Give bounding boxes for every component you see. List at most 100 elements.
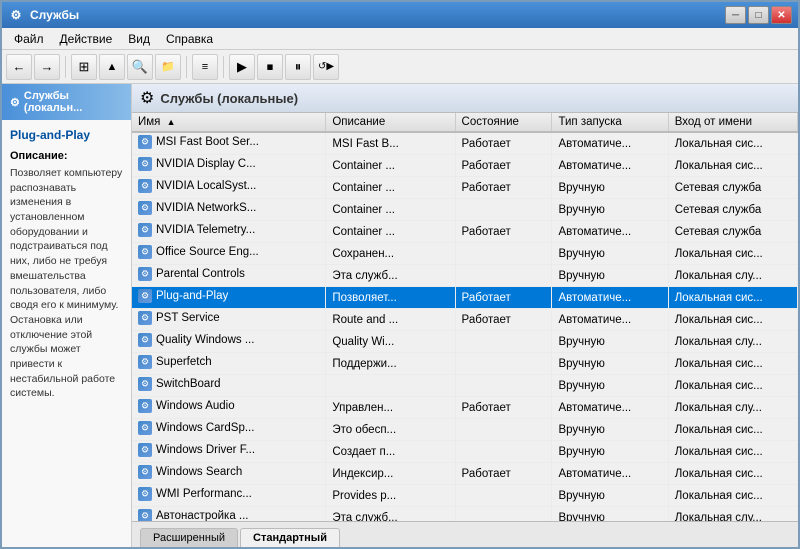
table-row[interactable]: NVIDIA NetworkS...Container ...ВручнуюСе… (132, 199, 798, 221)
cell-desc: Позволяет... (326, 287, 455, 309)
pause-button[interactable]: ⏸ (285, 54, 311, 80)
toolbar-separator-2 (186, 56, 187, 78)
play-button[interactable]: ▶ (229, 54, 255, 80)
cell-desc: Это обесп... (326, 419, 455, 441)
tab-extended[interactable]: Расширенный (140, 528, 238, 547)
cell-name: PST Service (132, 309, 326, 331)
cell-name: SwitchBoard (132, 375, 326, 397)
cell-start: Автоматиче... (552, 221, 668, 243)
cell-start: Вручную (552, 441, 668, 463)
folders-button[interactable]: 📁 (155, 54, 181, 80)
service-icon (138, 157, 152, 171)
cell-name: NVIDIA Telemetry... (132, 221, 326, 243)
restart-button[interactable]: ↺▶ (313, 54, 339, 80)
cell-start: Вручную (552, 419, 668, 441)
cell-desc: Управлен... (326, 397, 455, 419)
forward-button[interactable]: → (34, 54, 60, 80)
menu-view[interactable]: Вид (120, 30, 158, 48)
tab-standard[interactable]: Стандартный (240, 528, 340, 547)
cell-name: NVIDIA Display C... (132, 155, 326, 177)
cell-login: Сетевая служба (668, 177, 797, 199)
header-icon: ⚙ (140, 88, 154, 108)
cell-state: Работает (455, 155, 552, 177)
cell-start: Автоматиче... (552, 309, 668, 331)
table-row[interactable]: Windows AudioУправлен...РаботаетАвтомати… (132, 397, 798, 419)
toolbar-separator-3 (223, 56, 224, 78)
service-icon (138, 421, 152, 435)
table-row[interactable]: Windows Driver F...Создает п...ВручнуюЛо… (132, 441, 798, 463)
table-row[interactable]: NVIDIA Telemetry...Container ...Работает… (132, 221, 798, 243)
col-header-start[interactable]: Тип запуска (552, 113, 668, 132)
table-row[interactable]: SuperfetchПоддержи...ВручнуюЛокальная си… (132, 353, 798, 375)
minimize-button[interactable]: ─ (725, 6, 746, 24)
table-row[interactable]: NVIDIA LocalSyst...Container ...Работает… (132, 177, 798, 199)
cell-state: Работает (455, 287, 552, 309)
right-header-text: Службы (локальные) (160, 91, 298, 106)
table-row[interactable]: Office Source Eng...Сохранен...ВручнуюЛо… (132, 243, 798, 265)
window-icon: ⚙ (8, 7, 24, 23)
col-header-desc[interactable]: Описание (326, 113, 455, 132)
menu-help[interactable]: Справка (158, 30, 221, 48)
cell-desc: Сохранен... (326, 243, 455, 265)
cell-state (455, 353, 552, 375)
sidebar-service-name: Plug-and-Play (10, 128, 123, 142)
table-row[interactable]: Parental ControlsЭта служб...ВручнуюЛока… (132, 265, 798, 287)
col-header-state[interactable]: Состояние (455, 113, 552, 132)
table-row[interactable]: Quality Windows ...Quality Wi...ВручнуюЛ… (132, 331, 798, 353)
cell-start: Вручную (552, 353, 668, 375)
sidebar-desc-label: Описание: (10, 150, 123, 162)
cell-state: Работает (455, 397, 552, 419)
cell-state (455, 199, 552, 221)
table-row[interactable]: Windows SearchИндексир...РаботаетАвтомат… (132, 463, 798, 485)
cell-start: Вручную (552, 507, 668, 522)
toolbar: ← → ⊞ ▲ 🔍 📁 ≡ ▶ ⏹ ⏸ ↺▶ (2, 50, 798, 84)
col-header-login[interactable]: Вход от имени (668, 113, 797, 132)
table-row[interactable]: Plug-and-PlayПозволяет...РаботаетАвтомат… (132, 287, 798, 309)
sidebar-title-text: Службы (локальн... (24, 90, 123, 114)
service-icon (138, 465, 152, 479)
cell-login: Локальная слу... (668, 397, 797, 419)
cell-name: Windows CardSp... (132, 419, 326, 441)
cell-start: Вручную (552, 243, 668, 265)
cell-login: Локальная сис... (668, 485, 797, 507)
cell-desc: MSI Fast B... (326, 132, 455, 155)
close-button[interactable]: ✕ (771, 6, 792, 24)
menu-bar: Файл Действие Вид Справка (2, 28, 798, 50)
table-header-row: Имя ▲ Описание Состояние Тип запуска Вхо… (132, 113, 798, 132)
cell-login: Локальная сис... (668, 353, 797, 375)
cell-login: Локальная сис... (668, 309, 797, 331)
cell-desc: Создает п... (326, 441, 455, 463)
cell-state (455, 419, 552, 441)
stop-button[interactable]: ⏹ (257, 54, 283, 80)
search-button[interactable]: 🔍 (127, 54, 153, 80)
table-row[interactable]: WMI Performanc...Provides p...ВручнуюЛок… (132, 485, 798, 507)
cell-start: Вручную (552, 199, 668, 221)
cell-desc (326, 375, 455, 397)
table-row[interactable]: SwitchBoardВручнуюЛокальная сис... (132, 375, 798, 397)
title-controls: ─ □ ✕ (725, 6, 792, 24)
cell-name: MSI Fast Boot Ser... (132, 132, 326, 155)
cell-name: Parental Controls (132, 265, 326, 287)
table-row[interactable]: Автонастройка ...Эта служб...ВручнуюЛока… (132, 507, 798, 522)
cell-desc: Эта служб... (326, 507, 455, 522)
col-header-name[interactable]: Имя ▲ (132, 113, 326, 132)
cell-desc: Container ... (326, 155, 455, 177)
services-table-container[interactable]: Имя ▲ Описание Состояние Тип запуска Вхо… (132, 113, 798, 521)
table-body: MSI Fast Boot Ser...MSI Fast B...Работае… (132, 132, 798, 521)
main-area: ⚙ Службы (локальн... Plug-and-Play Описа… (2, 84, 798, 547)
back-button[interactable]: ← (6, 54, 32, 80)
cell-login: Сетевая служба (668, 221, 797, 243)
menu-action[interactable]: Действие (52, 30, 121, 48)
service-icon (138, 179, 152, 193)
up-button[interactable]: ▲ (99, 54, 125, 80)
views-button[interactable]: ≡ (192, 54, 218, 80)
maximize-button[interactable]: □ (748, 6, 769, 24)
service-icon (138, 333, 152, 347)
table-row[interactable]: NVIDIA Display C...Container ...Работает… (132, 155, 798, 177)
show-desktop-button[interactable]: ⊞ (71, 54, 97, 80)
table-row[interactable]: MSI Fast Boot Ser...MSI Fast B...Работае… (132, 132, 798, 155)
table-row[interactable]: PST ServiceRoute and ...РаботаетАвтомати… (132, 309, 798, 331)
menu-file[interactable]: Файл (6, 30, 52, 48)
sidebar-desc-text: Позволяет компьютеру распознавать измене… (10, 166, 123, 401)
table-row[interactable]: Windows CardSp...Это обесп...ВручнуюЛока… (132, 419, 798, 441)
